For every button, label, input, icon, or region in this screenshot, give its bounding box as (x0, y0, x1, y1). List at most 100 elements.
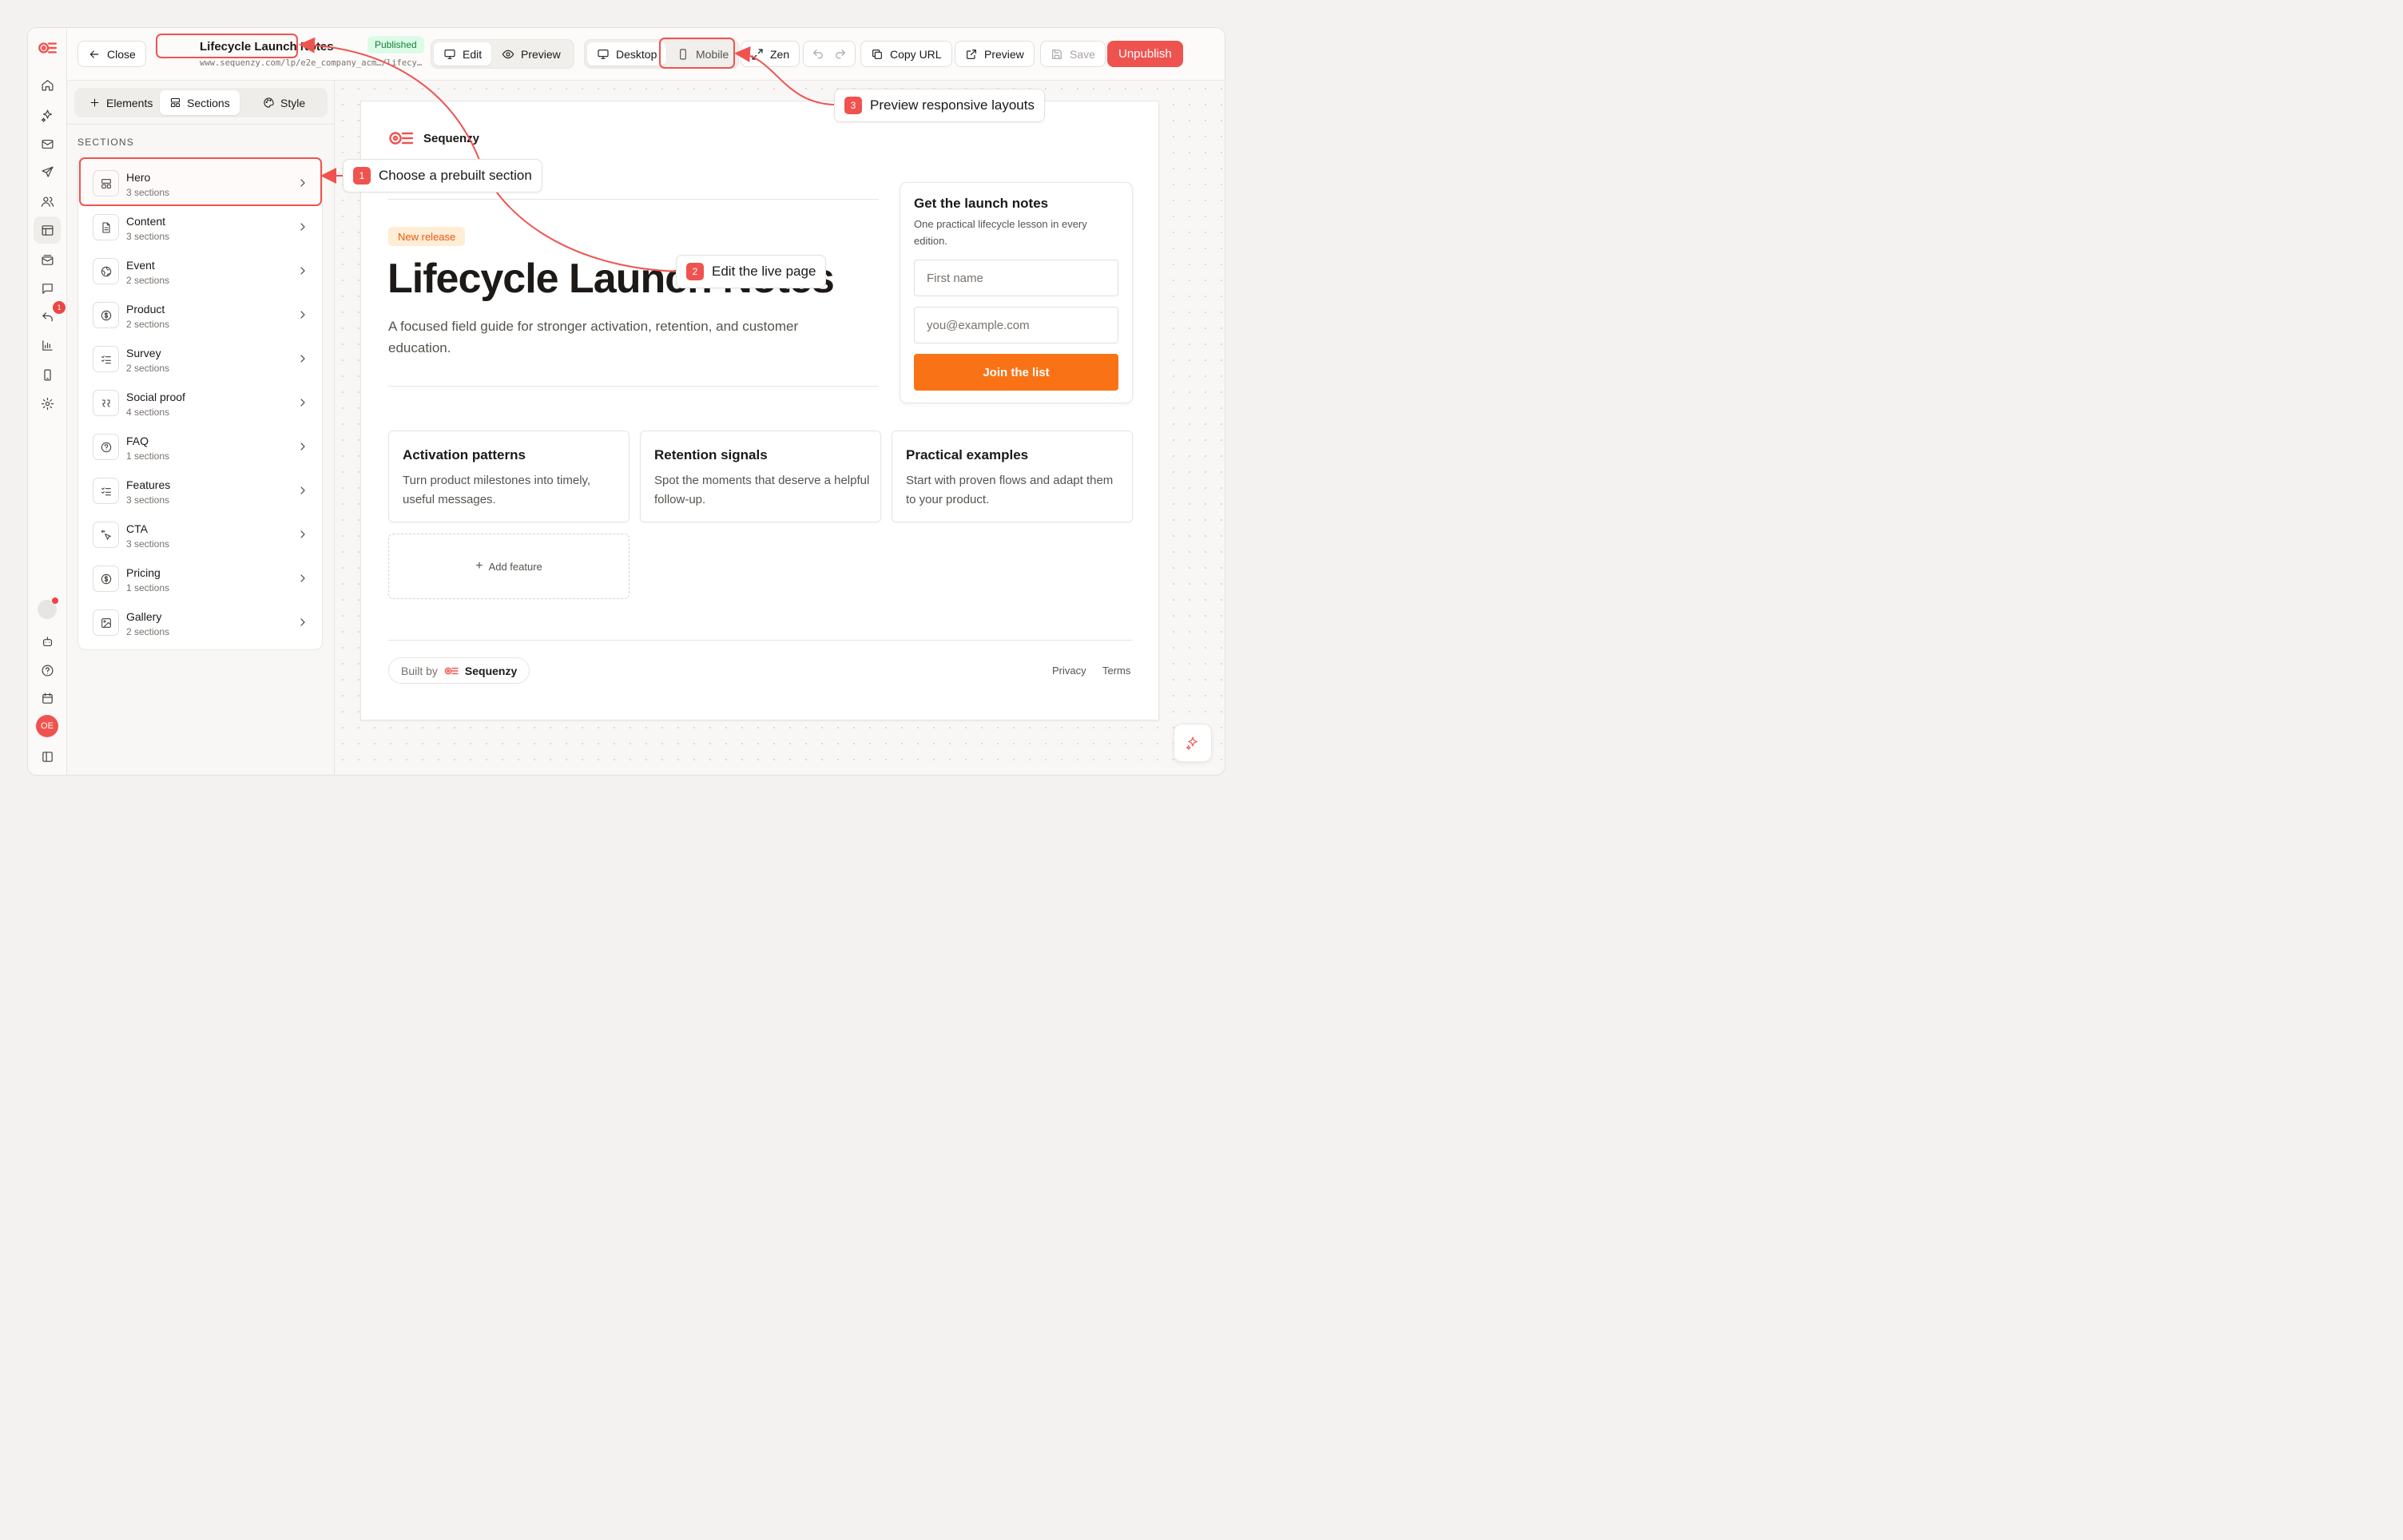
desktop-icon (598, 49, 609, 59)
release-badge[interactable]: New release (388, 227, 466, 246)
first-name-field[interactable]: First name (914, 260, 1118, 296)
chevron-right-icon (296, 528, 309, 545)
tab-desktop[interactable]: Desktop (587, 42, 667, 65)
landing-page-preview[interactable]: Sequenzy New release Lifecycle Launch No… (360, 101, 1159, 720)
palette-icon (264, 97, 274, 108)
checklist-icon (93, 346, 119, 372)
chevron-right-icon (296, 220, 309, 237)
tab-preview-label: Preview (521, 47, 561, 61)
chevron-right-icon (296, 484, 309, 501)
tab-preview[interactable]: Preview (492, 42, 570, 65)
sparkles-icon[interactable] (34, 101, 61, 129)
chevron-right-icon (296, 440, 309, 457)
undo-icon[interactable] (812, 48, 824, 61)
feature-title: Activation patterns (403, 447, 526, 462)
save-button[interactable]: Save (1040, 41, 1106, 67)
sequenzy-logo[interactable] (34, 34, 61, 62)
document-icon (93, 214, 119, 240)
zen-button[interactable]: Zen (741, 41, 800, 67)
layout-icon[interactable] (34, 216, 61, 244)
zen-label: Zen (770, 47, 790, 61)
signup-title[interactable]: Get the launch notes (914, 196, 1048, 212)
signup-card[interactable]: Get the launch notes One practical lifec… (900, 182, 1133, 403)
callout-2: 2 Edit the live page (676, 255, 827, 288)
feature-card[interactable]: Retention signals Spot the moments that … (640, 431, 881, 522)
section-item-gallery[interactable]: Gallery 2 sections (81, 601, 319, 645)
page-url[interactable]: www.sequenzy.com/lp/e2e_company_acm…/lif… (200, 58, 422, 68)
chart-icon[interactable] (34, 331, 61, 359)
feature-description: Turn product milestones into timely, use… (403, 474, 591, 506)
eye-icon (502, 50, 514, 58)
tab-elements[interactable]: Elements (79, 90, 162, 115)
mail-stack-icon[interactable] (34, 246, 61, 273)
chevron-right-icon (296, 616, 309, 633)
hero-subtitle[interactable]: A focused field guide for stronger activ… (388, 316, 852, 359)
tab-sections[interactable]: Sections (160, 90, 240, 115)
checklist-icon (93, 478, 119, 504)
section-item-event[interactable]: Event 2 sections (81, 249, 319, 293)
users-icon[interactable] (34, 188, 61, 215)
globe-icon (93, 258, 119, 284)
feature-card[interactable]: Activation patterns Turn product milesto… (388, 431, 630, 522)
footer-link-terms[interactable]: Terms (1102, 665, 1130, 677)
sidebar-toggle-icon[interactable] (34, 743, 61, 770)
mail-icon[interactable] (34, 130, 61, 157)
section-name: Survey (126, 347, 161, 359)
feature-description: Spot the moments that deserve a helpful … (654, 474, 870, 506)
mobile-icon[interactable] (34, 361, 61, 388)
section-count: 2 sections (126, 275, 170, 286)
section-name: Content (126, 215, 166, 228)
join-list-button[interactable]: Join the list (914, 354, 1118, 391)
built-by-badge[interactable]: Built by Sequenzy (388, 657, 530, 684)
home-icon[interactable] (34, 71, 61, 98)
gear-icon[interactable] (34, 390, 61, 417)
add-feature-button[interactable]: + Add feature (388, 534, 630, 599)
section-name: Product (126, 303, 165, 316)
email-field[interactable]: you@example.com (914, 307, 1118, 343)
help-icon[interactable] (34, 657, 61, 684)
preview-button[interactable]: Preview (955, 41, 1035, 67)
mode-toggle: Edit Preview (431, 39, 574, 69)
unpublish-button[interactable]: Unpublish (1107, 41, 1183, 67)
icon-rail: 1 OE (28, 28, 67, 775)
tab-style[interactable]: Style (253, 90, 315, 115)
send-icon[interactable] (34, 158, 61, 185)
section-item-cta[interactable]: CTA 3 sections (81, 513, 319, 557)
ai-assistant-button[interactable] (1174, 724, 1212, 762)
callout-text: Edit the live page (712, 264, 816, 279)
section-item-faq[interactable]: FAQ 1 sections (81, 425, 319, 469)
chat-icon[interactable] (34, 275, 61, 302)
section-item-survey[interactable]: Survey 2 sections (81, 337, 319, 381)
notification-dot[interactable] (38, 597, 58, 619)
feature-card[interactable]: Practical examples Start with proven flo… (892, 431, 1133, 522)
reply-icon[interactable]: 1 (34, 301, 66, 331)
calendar-icon[interactable] (34, 685, 61, 712)
callout-number: 3 (844, 97, 862, 114)
signup-description[interactable]: One practical lifecycle lesson in every … (914, 216, 1118, 249)
close-button[interactable]: Close (77, 41, 146, 67)
sequenzy-logo-icon (444, 667, 459, 674)
redo-icon[interactable] (834, 48, 847, 61)
section-item-product[interactable]: Product 2 sections (81, 293, 319, 337)
landing-brand[interactable]: Sequenzy (388, 130, 479, 146)
avatar[interactable]: OE (36, 715, 58, 737)
section-item-pricing[interactable]: Pricing 1 sections (81, 557, 319, 601)
bot-icon[interactable] (34, 628, 61, 655)
footer-link-privacy[interactable]: Privacy (1052, 665, 1086, 677)
dollar-icon (93, 302, 119, 328)
section-item-social-proof[interactable]: Social proof 4 sections (81, 381, 319, 425)
highlight-page-title (156, 34, 298, 58)
section-item-content[interactable]: Content 3 sections (81, 205, 319, 249)
section-count: 1 sections (126, 450, 170, 462)
feature-description: Start with proven flows and adapt them t… (906, 474, 1114, 506)
panel-tabs: Elements Sections Style (74, 88, 328, 117)
tab-edit[interactable]: Edit (434, 42, 492, 65)
section-count: 4 sections (126, 407, 170, 418)
section-item-features[interactable]: Features 3 sections (81, 469, 319, 513)
section-count: 2 sections (126, 363, 170, 374)
copy-url-button[interactable]: Copy URL (860, 41, 952, 67)
tab-elements-label: Elements (106, 96, 153, 109)
save-icon (1052, 49, 1062, 59)
callout-1: 1 Choose a prebuilt section (343, 159, 542, 192)
tab-edit-label: Edit (463, 47, 483, 61)
